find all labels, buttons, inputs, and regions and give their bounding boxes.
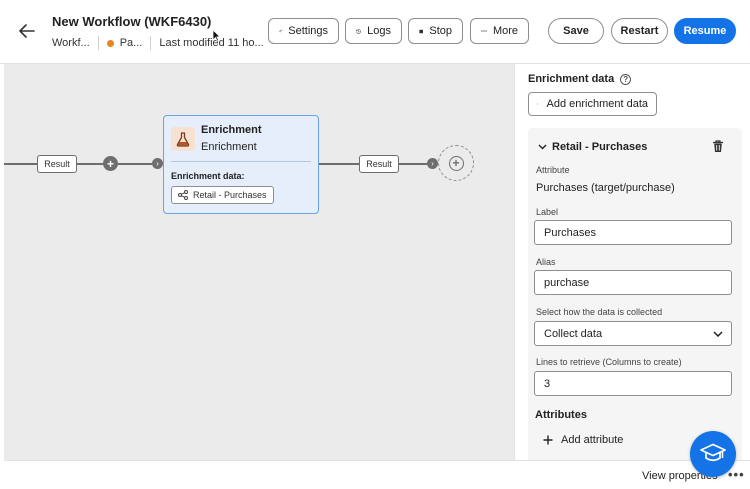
result-transition-left[interactable]: Result xyxy=(37,155,77,173)
card-title: Retail - Purchases xyxy=(552,141,648,153)
more-dots-icon xyxy=(481,30,487,32)
status-text: Pa... xyxy=(119,37,143,49)
plus-icon xyxy=(537,103,539,105)
connector-line xyxy=(4,163,37,165)
chevron-down-icon xyxy=(713,330,723,337)
add-activity-icon[interactable]: + xyxy=(103,156,118,171)
connector-line xyxy=(77,163,103,165)
resume-button[interactable]: Resume xyxy=(674,18,736,44)
learn-button[interactable] xyxy=(690,431,736,477)
connector-line xyxy=(118,163,152,165)
chevron-right-icon: › xyxy=(152,158,163,169)
card-header[interactable]: Retail - Purchases xyxy=(538,141,647,153)
collect-selected-value: Collect data xyxy=(544,327,603,340)
stop-label: Stop xyxy=(429,25,452,37)
stop-button[interactable]: Stop xyxy=(408,18,463,44)
more-options-icon[interactable]: ••• xyxy=(728,467,745,482)
bottom-bar xyxy=(4,460,750,489)
trash-icon[interactable] xyxy=(712,140,724,153)
mouse-cursor-icon xyxy=(212,29,221,42)
logs-button[interactable]: Logs xyxy=(345,18,402,44)
settings-label: Settings xyxy=(288,25,328,37)
history-icon xyxy=(356,28,361,34)
logs-label: Logs xyxy=(367,25,391,37)
add-enrichment-data-button[interactable]: Add enrichment data xyxy=(528,92,657,116)
save-button[interactable]: Save xyxy=(548,18,604,44)
add-icon: + xyxy=(448,155,464,171)
lines-field-label: Lines to retrieve (Columns to create) xyxy=(536,357,682,367)
enrichment-activity-node[interactable]: Enrichment Enrichment Enrichment data: R… xyxy=(163,115,319,214)
restart-button[interactable]: Restart xyxy=(611,18,668,44)
workflow-header: New Workflow (WKF6430) Workf... Pa... La… xyxy=(0,0,750,64)
add-attribute-label: Add attribute xyxy=(561,434,624,446)
help-icon[interactable]: ? xyxy=(620,73,632,85)
collect-method-select[interactable]: Collect data xyxy=(534,321,732,346)
more-label: More xyxy=(492,25,518,37)
add-attribute-button[interactable]: Add attribute xyxy=(543,434,623,446)
node-subtitle: Enrichment xyxy=(201,141,257,153)
chevron-right-icon: › xyxy=(427,158,438,169)
add-next-activity-placeholder[interactable]: + xyxy=(438,145,474,181)
share-nodes-icon xyxy=(178,190,188,200)
alias-input[interactable]: purchase xyxy=(534,270,732,295)
divider xyxy=(97,36,99,50)
status-dot-icon xyxy=(106,39,114,47)
back-button[interactable] xyxy=(16,20,38,42)
arrow-left-icon xyxy=(19,24,35,38)
flask-icon xyxy=(171,127,195,151)
chevron-down-icon xyxy=(538,144,547,150)
plus-icon xyxy=(543,435,553,445)
label-field-label: Label xyxy=(536,207,559,217)
gears-icon xyxy=(279,29,283,33)
properties-panel: Enrichment data ? Add enrichment data Re… xyxy=(514,64,750,460)
divider xyxy=(171,161,311,162)
node-data-label: Enrichment data: xyxy=(171,171,245,181)
panel-heading-text: Enrichment data xyxy=(528,73,615,85)
enrichment-data-tag[interactable]: Retail - Purchases xyxy=(171,186,274,204)
settings-button[interactable]: Settings xyxy=(268,18,339,44)
add-enrichment-label: Add enrichment data xyxy=(546,98,648,110)
graduation-cap-icon xyxy=(700,443,726,462)
attributes-heading: Attributes xyxy=(535,409,587,421)
result-transition-right[interactable]: Result xyxy=(359,155,399,173)
lines-to-retrieve-input[interactable]: 3 xyxy=(534,371,732,396)
connector-line xyxy=(399,163,427,165)
label-input[interactable]: Purchases xyxy=(534,220,732,245)
alias-field-label: Alias xyxy=(536,257,556,267)
more-button[interactable]: More xyxy=(470,18,529,44)
stop-icon xyxy=(419,29,423,33)
connector-line xyxy=(319,163,359,165)
breadcrumb: Workf... Pa... Last modified 11 ho... xyxy=(52,36,264,50)
attribute-value: Purchases (target/purchase) xyxy=(536,182,675,194)
node-title: Enrichment xyxy=(201,124,262,136)
attribute-label: Attribute xyxy=(536,165,570,175)
tag-label: Retail - Purchases xyxy=(193,190,267,200)
page-title: New Workflow (WKF6430) xyxy=(52,14,212,29)
collect-field-label: Select how the data is collected xyxy=(536,307,663,317)
panel-heading: Enrichment data ? xyxy=(528,73,632,85)
breadcrumb-workflow[interactable]: Workf... xyxy=(52,37,90,49)
divider xyxy=(150,36,152,50)
